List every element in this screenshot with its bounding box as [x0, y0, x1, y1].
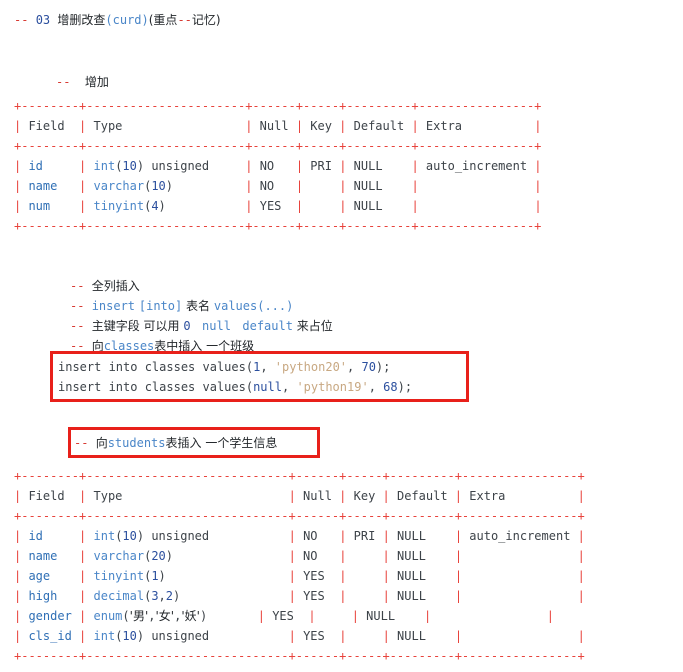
comment-block-insert: -- 全列插入 -- insert [into] 表名 values(...) --…	[70, 276, 333, 356]
ascii-table-classes: +--------+----------------------+------+…	[14, 96, 542, 236]
title-line: -- 03 增删改查(curd)(重点--记忆)	[14, 10, 221, 30]
comment-text: insert [into] 表名 values(...)	[91, 299, 294, 313]
table-header-row: | Field | Type | Null | Key | Default | …	[14, 119, 542, 133]
table-row: | cls_id | int(10) unsigned | YES | | NU…	[14, 629, 585, 643]
comment-line: -- 全列插入	[70, 276, 333, 296]
comment-marker: --	[70, 279, 85, 293]
title-text-b: (curd)	[105, 13, 149, 27]
code-notes-page: -- 03 增删改查(curd)(重点--记忆) -- 增加 +--------…	[0, 0, 683, 672]
table-border-bottom: +--------+----------------------------+-…	[14, 649, 585, 663]
title-marker-2: --	[177, 13, 192, 27]
title-text-d: 记忆)	[191, 13, 221, 27]
table-border-mid: +--------+----------------------+------+…	[14, 139, 542, 153]
comment-text: 主键字段 可以用 0 null default 来占位	[91, 319, 333, 333]
table-border-top: +--------+----------------------+------+…	[14, 99, 542, 113]
comment-marker: --	[70, 319, 85, 333]
section-add-label: 增加	[84, 75, 109, 89]
comment-line: -- insert [into] 表名 values(...)	[70, 296, 333, 316]
table-row: | name | varchar(20) | NO | | NULL | |	[14, 549, 585, 563]
table-border-mid: +--------+----------------------------+-…	[14, 509, 585, 523]
title-number: 03	[35, 13, 51, 27]
table-row: | num | tinyint(4) | YES | | NULL | |	[14, 199, 542, 213]
table-row: | id | int(10) unsigned | NO | PRI | NUL…	[14, 159, 542, 173]
table-border-bottom: +--------+----------------------+------+…	[14, 219, 542, 233]
table-row: | high | decimal(3,2) | YES | | NULL | |	[14, 589, 585, 603]
comment-marker: --	[70, 299, 85, 313]
table-row: | gender | enum('男','女','妖') | YES | | N…	[14, 609, 555, 623]
comment-line: -- 主键字段 可以用 0 null default 来占位	[70, 316, 333, 336]
ascii-table-students: +--------+----------------------------+-…	[14, 466, 585, 666]
highlight-box-insert-statements	[50, 351, 469, 402]
highlight-box-students-comment	[68, 427, 320, 458]
title-text-c: (重点	[148, 13, 178, 27]
section-add-line: -- 增加	[56, 72, 109, 92]
comment-marker: --	[14, 13, 29, 27]
table-border-top: +--------+----------------------------+-…	[14, 469, 585, 483]
comment-text: 全列插入	[91, 279, 140, 293]
table-row: | name | varchar(10) | NO | | NULL | |	[14, 179, 542, 193]
table-header-row: | Field | Type | Null | Key | Default | …	[14, 489, 585, 503]
table-row: | age | tinyint(1) | YES | | NULL | |	[14, 569, 585, 583]
title-text-a: 增删改查	[57, 13, 106, 27]
table-row: | id | int(10) unsigned | NO | PRI | NUL…	[14, 529, 585, 543]
comment-marker: --	[56, 75, 71, 89]
